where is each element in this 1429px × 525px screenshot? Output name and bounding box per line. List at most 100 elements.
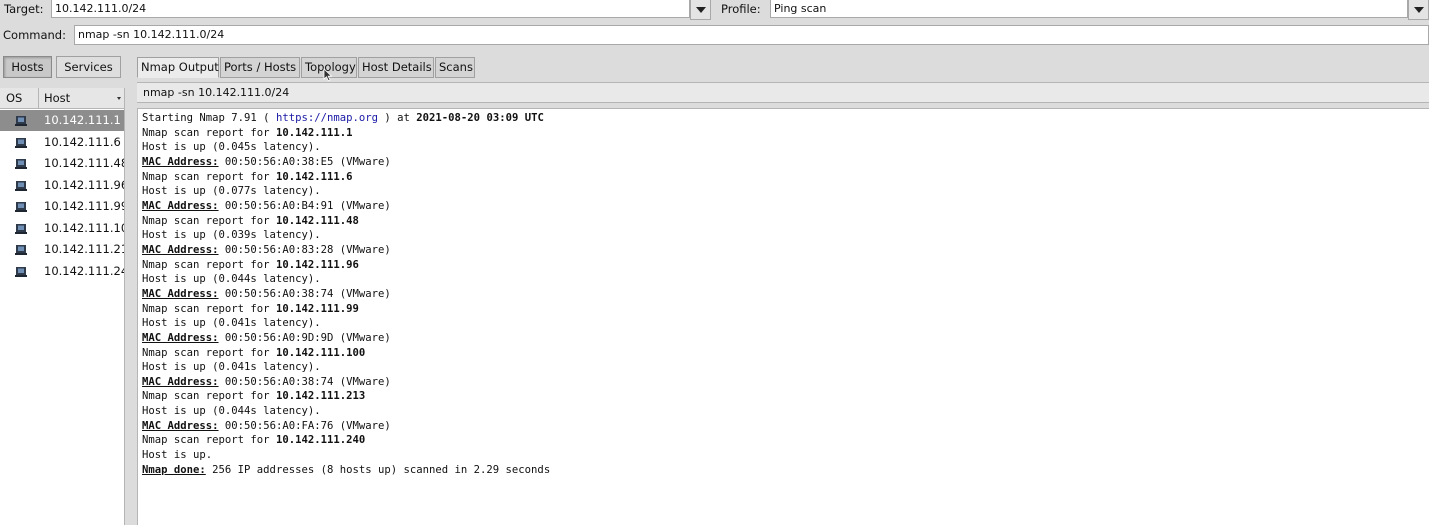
chevron-down-icon <box>1413 6 1424 13</box>
os-icon <box>15 159 27 169</box>
mac-address-value: 00:50:56:A0:38:74 (VMware) <box>218 287 391 300</box>
output-line: Starting Nmap 7.91 ( https://nmap.org ) … <box>142 111 550 126</box>
host-list-item[interactable]: 10.142.111.1 <box>0 110 124 131</box>
nmap-url-link[interactable]: https://nmap.org <box>276 112 378 124</box>
host-ip: 10.142.111.100 <box>44 220 124 235</box>
host-status: Host is up (0.041s latency). <box>142 361 321 374</box>
os-icon <box>15 266 27 277</box>
tab-scans[interactable]: Scans <box>435 57 475 78</box>
hosts-button[interactable]: Hosts <box>3 56 52 78</box>
output-line: Nmap done: 256 IP addresses (8 hosts up)… <box>142 463 550 478</box>
services-button[interactable]: Services <box>56 56 121 78</box>
output-command-bar[interactable]: nmap -sn 10.142.111.0/24 <box>137 82 1429 103</box>
host-ip: 10.142.111.1 <box>44 113 121 127</box>
output-line: MAC Address: 00:50:56:A0:38:74 (VMware) <box>142 287 550 302</box>
column-header-os[interactable]: OS <box>0 88 39 108</box>
column-header-host-label: Host <box>44 91 71 105</box>
output-line: MAC Address: 00:50:56:A0:38:74 (VMware) <box>142 375 550 390</box>
output-line: MAC Address: 00:50:56:A0:9D:9D (VMware) <box>142 331 550 346</box>
scan-timestamp: 2021-08-20 03:09 UTC <box>416 112 544 124</box>
report-host-ip: 10.142.111.99 <box>275 302 359 315</box>
os-icon <box>15 202 27 212</box>
report-host-ip: 10.142.111.6 <box>275 170 353 183</box>
output-line: Host is up (0.044s latency). <box>142 404 550 419</box>
report-host-ip: 10.142.111.213 <box>275 390 366 403</box>
output-line: MAC Address: 00:50:56:A0:FA:76 (VMware) <box>142 419 550 434</box>
chevron-down-icon <box>695 6 706 13</box>
os-icon <box>15 116 27 126</box>
host-ip: 10.142.111.240 <box>44 263 124 278</box>
os-icon <box>15 223 27 234</box>
host-status: Host is up. <box>142 449 213 462</box>
output-line: MAC Address: 00:50:56:A0:38:E5 (VMware) <box>142 155 550 170</box>
command-label: Command: <box>3 28 66 42</box>
report-host-ip: 10.142.111.240 <box>275 434 366 447</box>
nmap-output-area[interactable]: Starting Nmap 7.91 ( https://nmap.org ) … <box>137 108 1429 525</box>
mac-address-label: MAC Address: <box>142 419 219 432</box>
os-icon <box>15 180 27 191</box>
tab-host-details[interactable]: Host Details <box>358 57 434 78</box>
output-text: Nmap scan report for <box>142 258 276 271</box>
column-header-host[interactable]: Host <box>40 88 124 108</box>
mac-address-value: 00:50:56:A0:9D:9D (VMware) <box>218 331 391 344</box>
target-dropdown-button[interactable] <box>690 0 711 20</box>
report-host-ip: 10.142.111.100 <box>275 346 366 359</box>
host-list-item[interactable]: 10.142.111.213 <box>0 239 124 260</box>
nmap-output-text: Starting Nmap 7.91 ( https://nmap.org ) … <box>142 111 550 477</box>
tab-ports-hosts[interactable]: Ports / Hosts <box>220 57 300 78</box>
host-ip: 10.142.111.213 <box>44 242 124 256</box>
mac-address-label: MAC Address: <box>142 375 219 388</box>
output-text: Starting Nmap 7.91 ( <box>142 112 276 124</box>
mac-address-label: MAC Address: <box>142 155 219 168</box>
output-line: Host is up (0.044s latency). <box>142 272 550 287</box>
output-line: Nmap scan report for 10.142.111.1 <box>142 126 550 141</box>
mac-address-label: MAC Address: <box>142 331 219 344</box>
output-text: ) at <box>378 112 417 124</box>
host-list-item[interactable]: 10.142.111.240 <box>0 261 124 282</box>
host-status: Host is up (0.044s latency). <box>142 405 321 418</box>
output-line: Host is up (0.039s latency). <box>142 228 550 243</box>
output-line: Nmap scan report for 10.142.111.48 <box>142 214 550 229</box>
output-line: MAC Address: 00:50:56:A0:83:28 (VMware) <box>142 243 550 258</box>
profile-label: Profile: <box>721 2 761 16</box>
output-text: Nmap scan report for <box>142 434 276 447</box>
host-status: Host is up (0.045s latency). <box>142 141 321 154</box>
mouse-cursor-icon <box>323 68 333 82</box>
host-status: Host is up (0.039s latency). <box>142 229 321 242</box>
os-icon <box>15 137 27 148</box>
host-list-item[interactable]: 10.142.111.99 <box>0 196 124 217</box>
output-text: Nmap scan report for <box>142 390 276 403</box>
target-input[interactable]: 10.142.111.0/24 <box>51 0 690 18</box>
command-input[interactable]: nmap -sn 10.142.111.0/24 <box>74 25 1429 45</box>
mac-address-value: 00:50:56:A0:38:74 (VMware) <box>218 375 391 388</box>
output-text: Nmap scan report for <box>142 302 276 315</box>
os-icon <box>15 245 27 255</box>
target-label: Target: <box>4 2 44 16</box>
output-line: Host is up (0.045s latency). <box>142 140 550 155</box>
report-host-ip: 10.142.111.1 <box>275 126 353 139</box>
nmap-done-label: Nmap done: <box>142 463 206 476</box>
host-list-item[interactable]: 10.142.111.96 <box>0 175 124 196</box>
host-status: Host is up (0.044s latency). <box>142 273 321 286</box>
report-host-ip: 10.142.111.96 <box>275 258 359 271</box>
output-line: Nmap scan report for 10.142.111.213 <box>142 389 550 404</box>
host-list-item[interactable]: 10.142.111.6 <box>0 132 124 153</box>
output-line: Host is up (0.041s latency). <box>142 316 550 331</box>
output-text: Nmap scan report for <box>142 214 276 227</box>
host-status: Host is up (0.077s latency). <box>142 185 321 198</box>
host-ip: 10.142.111.96 <box>44 177 124 192</box>
report-host-ip: 10.142.111.48 <box>275 214 359 227</box>
mac-address-label: MAC Address: <box>142 199 219 212</box>
sort-arrow-icon <box>117 97 121 100</box>
host-list-header: OS Host <box>0 88 124 109</box>
output-text: Nmap scan report for <box>142 170 276 183</box>
host-list-item[interactable]: 10.142.111.48 <box>0 153 124 174</box>
tab-nmap-output[interactable]: Nmap Output <box>137 57 219 78</box>
host-list-item[interactable]: 10.142.111.100 <box>0 218 124 239</box>
profile-dropdown-button[interactable] <box>1408 0 1429 20</box>
output-line: Host is up. <box>142 448 550 463</box>
profile-select[interactable]: Ping scan <box>770 0 1408 18</box>
output-command-text: nmap -sn 10.142.111.0/24 <box>143 86 290 99</box>
mac-address-value: 00:50:56:A0:38:E5 (VMware) <box>218 155 391 168</box>
output-line: Nmap scan report for 10.142.111.99 <box>142 302 550 317</box>
